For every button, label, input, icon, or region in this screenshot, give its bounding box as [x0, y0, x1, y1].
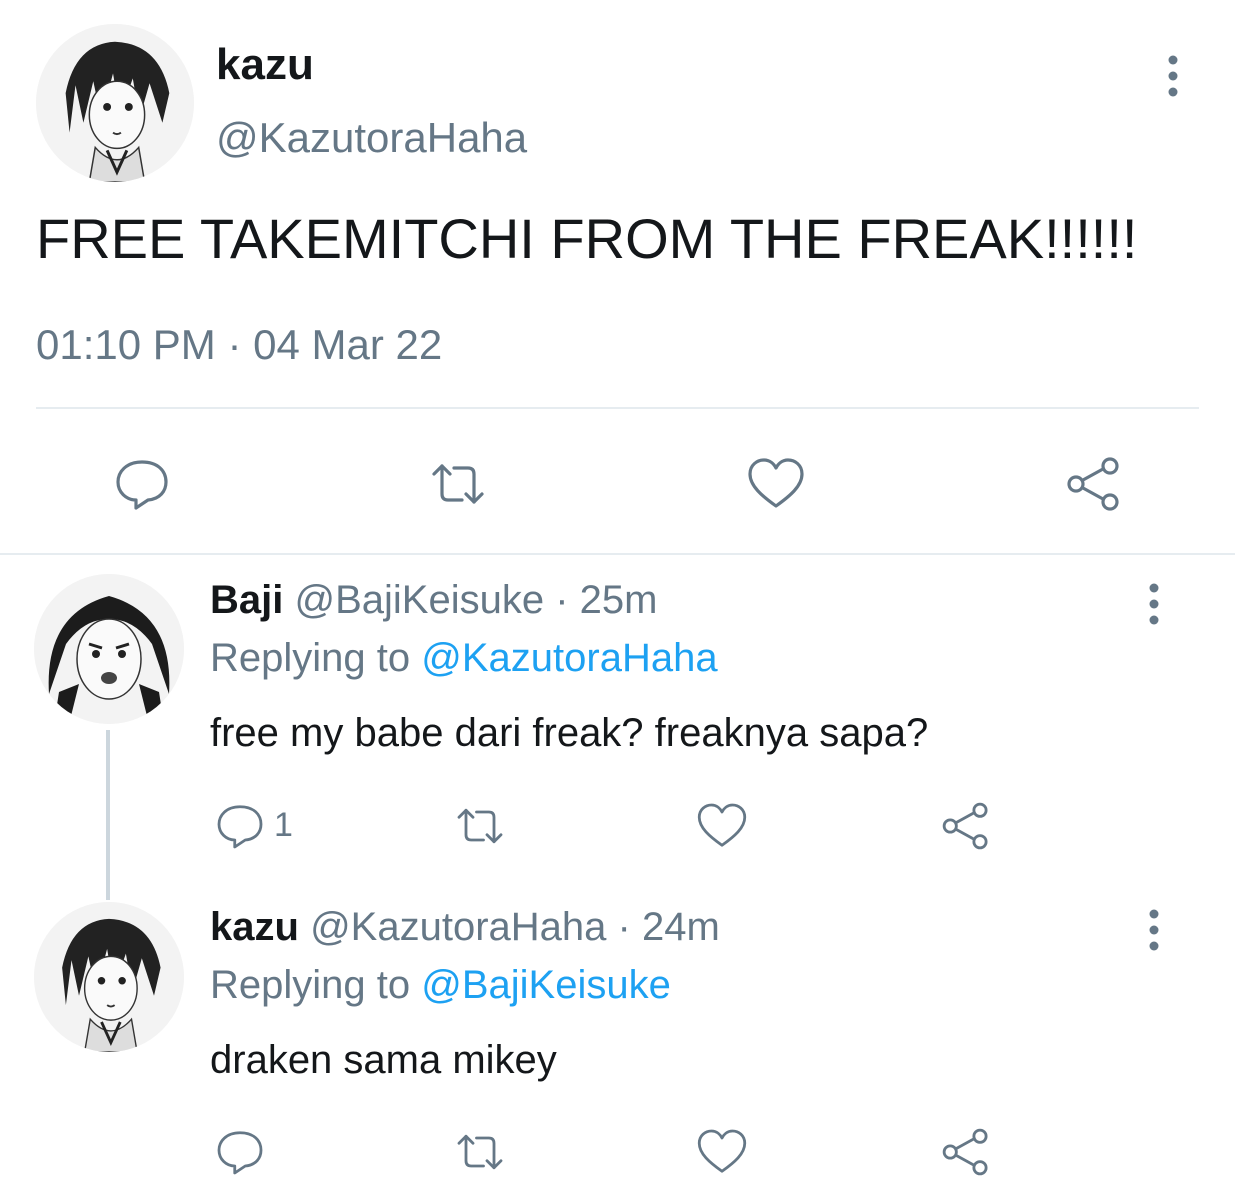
tweet-time: 01:10 PM	[36, 321, 216, 368]
tweet-text: FREE TAKEMITCHI FROM THE FREAK!!!!!!	[36, 207, 1138, 270]
reply-author-name[interactable]: kazu	[210, 905, 299, 949]
more-options-icon[interactable]	[1134, 906, 1174, 954]
reply-header: Baji @BajiKeisuke · 25m	[210, 578, 657, 623]
thread-line	[106, 730, 110, 900]
more-options-icon[interactable]	[1134, 580, 1174, 628]
replying-mention[interactable]: @KazutoraHaha	[421, 636, 717, 680]
divider	[36, 407, 1199, 409]
like-icon[interactable]	[694, 798, 750, 854]
reply-author-handle[interactable]: @KazutoraHaha	[310, 905, 606, 949]
more-options-icon[interactable]	[1153, 52, 1193, 100]
author-name[interactable]: kazu	[216, 40, 314, 90]
reply-author-handle[interactable]: @BajiKeisuke	[294, 578, 544, 622]
tweet-date: 04 Mar 22	[253, 321, 443, 368]
tweet-timestamp: 01:10 PM · 04 Mar 22	[36, 321, 442, 369]
meta-separator: ·	[227, 321, 242, 368]
avatar-baji[interactable]	[34, 574, 184, 724]
retweet-icon[interactable]	[426, 452, 490, 516]
section-divider	[0, 553, 1235, 555]
replying-to: Replying to @BajiKeisuke	[210, 963, 671, 1008]
reply-icon[interactable]	[212, 1124, 268, 1180]
replying-prefix: Replying to	[210, 963, 411, 1007]
reply-count: 1	[274, 806, 293, 844]
share-icon[interactable]	[938, 1124, 994, 1180]
reply-age: 25m	[579, 578, 658, 622]
reply-author-name[interactable]: Baji	[210, 578, 283, 622]
retweet-icon[interactable]	[452, 1124, 508, 1180]
avatar-kazu-main[interactable]	[36, 24, 194, 182]
share-icon[interactable]	[938, 798, 994, 854]
retweet-icon[interactable]	[452, 798, 508, 854]
reply-text: free my babe dari freak? freaknya sapa?	[210, 711, 929, 755]
replying-prefix: Replying to	[210, 636, 411, 680]
reply-header: kazu @KazutoraHaha · 24m	[210, 905, 720, 950]
reply-icon[interactable]	[212, 798, 268, 854]
replying-mention[interactable]: @BajiKeisuke	[421, 963, 671, 1007]
header-separator: ·	[617, 905, 631, 949]
share-icon[interactable]	[1062, 452, 1126, 516]
tweet-thread: kazu @KazutoraHaha FREE TAKEMITCHI FROM …	[0, 0, 1235, 1203]
avatar-kazu-reply[interactable]	[34, 902, 184, 1052]
author-handle[interactable]: @KazutoraHaha	[216, 114, 527, 162]
like-icon[interactable]	[694, 1124, 750, 1180]
header-separator: ·	[555, 578, 569, 622]
reply-text: draken sama mikey	[210, 1038, 557, 1082]
replying-to: Replying to @KazutoraHaha	[210, 636, 718, 681]
reply-age: 24m	[641, 905, 720, 949]
like-icon[interactable]	[744, 452, 808, 516]
reply-icon[interactable]	[110, 452, 174, 516]
